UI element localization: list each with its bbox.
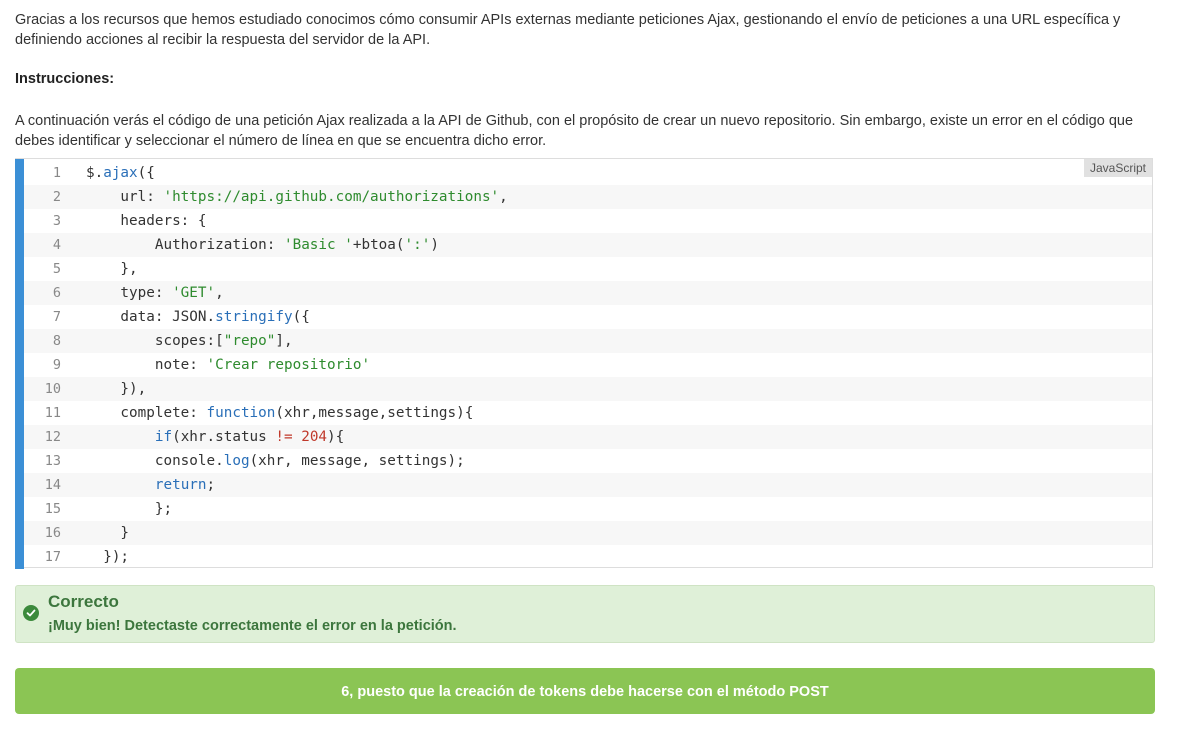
line-number[interactable]: 15 [24,497,61,521]
code-line[interactable]: 1 $.ajax({ [24,161,1152,185]
code-text: type: 'GET', [86,285,224,301]
code-lines: 1 $.ajax({ 2 url: 'https://api.github.com/… [24,161,1152,569]
code-text: Authorization: 'Basic '+btoa(':') [86,237,439,253]
code-line[interactable]: 17 }); [24,545,1152,569]
code-line[interactable]: 8 scopes:["repo"], [24,329,1152,353]
code-block: JavaScript 1 $.ajax({2 url: 'https://api.… [15,158,1153,569]
code-text: data: JSON.stringify({ [86,309,310,325]
code-line[interactable]: 5 }, [24,257,1152,281]
code-text: $.ajax({ [86,165,155,181]
line-number[interactable]: 14 [24,473,61,497]
line-number[interactable]: 12 [24,425,61,449]
line-number[interactable]: 13 [24,449,61,473]
success-alert: Correcto ¡Muy bien! Detectaste correctam… [15,585,1155,643]
line-number[interactable]: 4 [24,233,61,257]
code-line[interactable]: 16 } [24,521,1152,545]
intro-text: Gracias a los recursos que hemos estudia… [15,12,1121,48]
line-number[interactable]: 17 [24,545,61,569]
code-text: complete: function(xhr,message,settings)… [86,405,474,421]
alert-message: ¡Muy bien! Detectaste correctamente el e… [48,618,457,634]
code-line[interactable]: 4 Authorization: 'Basic '+btoa(':') [24,233,1152,257]
code-line[interactable]: 15 }; [24,497,1152,521]
check-circle-icon [23,605,39,621]
line-number[interactable]: 7 [24,305,61,329]
code-line[interactable]: 2 url: 'https://api.github.com/authoriza… [24,185,1152,209]
line-number[interactable]: 11 [24,401,61,425]
answer-button[interactable]: 6, puesto que la creación de tokens debe… [15,668,1155,714]
code-text: } [86,525,130,541]
code-text: console.log(xhr, message, settings); [86,453,465,469]
code-text: }, [86,261,138,277]
code-text: }; [86,501,173,517]
code-line[interactable]: 9 note: 'Crear repositorio' [24,353,1152,377]
line-number[interactable]: 2 [24,185,61,209]
code-line[interactable]: 12 if(xhr.status != 204){ [24,425,1152,449]
line-number[interactable]: 3 [24,209,61,233]
code-text: }); [86,549,130,565]
code-text: return; [154,477,216,493]
code-line[interactable]: 6 type: 'GET', [24,281,1152,305]
line-number[interactable]: 5 [24,257,61,281]
code-line[interactable]: 11 complete: function(xhr,message,settin… [24,401,1152,425]
line-number[interactable]: 16 [24,521,61,545]
code-line[interactable]: 10 }), [24,377,1152,401]
line-number[interactable]: 9 [24,353,61,377]
code-accent-bar [15,159,24,569]
instructions-text: A continuación verás el código de una pe… [15,113,1134,149]
alert-title: Correcto [48,592,119,611]
code-line[interactable]: 7 data: JSON.stringify({ [24,305,1152,329]
code-text: note: 'Crear repositorio' [86,357,371,373]
exercise-page: Gracias a los recursos que hemos estudia… [0,0,1178,739]
code-text: headers: { [86,213,207,229]
line-number[interactable]: 8 [24,329,61,353]
code-text: }), [86,381,147,397]
line-number[interactable]: 10 [24,377,61,401]
line-number[interactable]: 1 [24,161,61,185]
code-line[interactable]: 13 console.log(xhr, message, settings); [24,449,1152,473]
instructions-title: Instrucciones: [15,71,115,87]
code-line[interactable]: 14 return; [24,473,1152,497]
code-text: scopes:["repo"], [86,333,293,349]
line-number[interactable]: 6 [24,281,61,305]
code-line[interactable]: 3 headers: { [24,209,1152,233]
code-text: if(xhr.status != 204){ [154,429,345,445]
code-text: url: 'https://api.github.com/authorizati… [86,189,508,205]
